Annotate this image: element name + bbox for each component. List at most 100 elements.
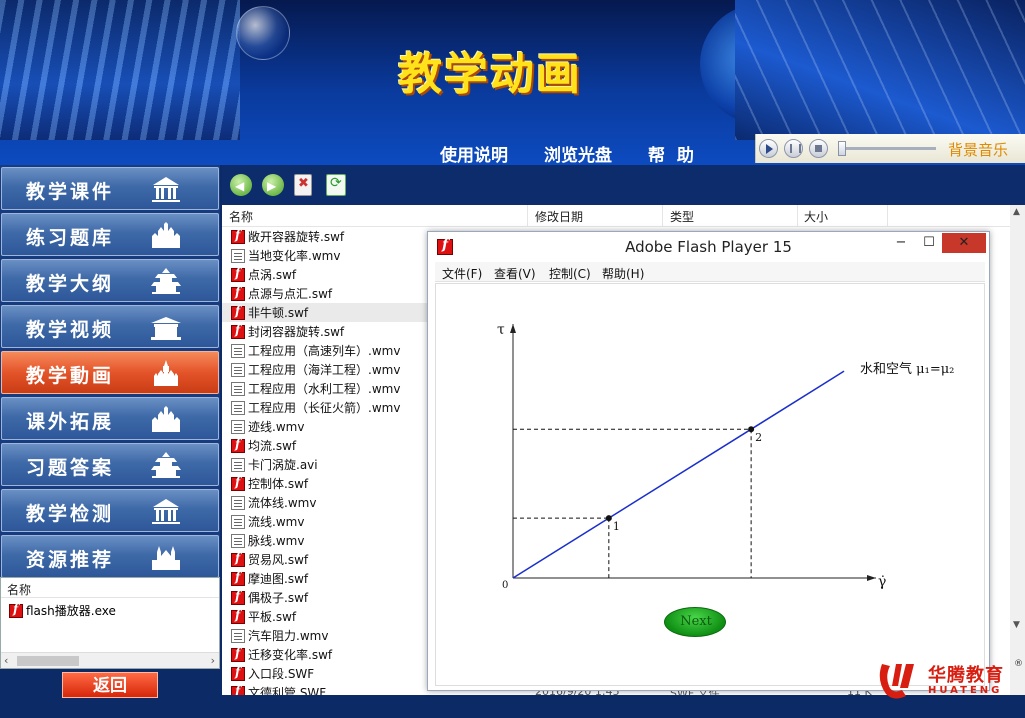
column-header-type[interactable]: 类型 [670,208,694,225]
sidebar-item-exercises[interactable]: 练习题库 [1,213,219,256]
file-row[interactable]: 封闭容器旋转.swf [222,322,432,341]
play-icon[interactable] [759,139,778,158]
file-row[interactable]: 偶极子.swf [222,588,432,607]
pause-icon[interactable] [784,139,803,158]
flash-file-icon [231,304,245,320]
close-button[interactable]: ✕ [942,233,986,253]
file-row[interactable]: 迹线.wmv [222,417,432,436]
column-headers: 名称 ⌃ 修改日期 类型 大小 [222,205,1012,227]
next-button-label: Next [680,614,712,629]
column-header-date[interactable]: 修改日期 [535,208,583,225]
flash-file-icon [231,646,245,662]
file-row[interactable]: 工程应用（高速列车）.wmv [222,341,432,360]
file-row[interactable]: 工程应用（长征火箭）.wmv [222,398,432,417]
menu-view[interactable]: 查看(V) [494,265,536,282]
menu-help[interactable]: 帮助(H) [602,265,644,282]
file-name: 工程应用（高速列车）.wmv [248,344,401,358]
file-row[interactable]: 卡门涡旋.avi [222,455,432,474]
sidebar-item-extension[interactable]: 课外拓展 [1,397,219,440]
flash-file-icon [231,475,245,491]
series-line [512,370,845,579]
file-row[interactable]: 点涡.swf [222,265,432,284]
file-row[interactable]: 入口段.SWF [222,664,432,683]
file-row[interactable]: 流体线.wmv [222,493,432,512]
file-row[interactable]: 工程应用（水利工程）.wmv [222,379,432,398]
file-row[interactable]: 摩迪图.swf [222,569,432,588]
file-row[interactable]: 平板.swf [222,607,432,626]
file-row[interactable]: 迁移变化率.swf [222,645,432,664]
delete-icon[interactable]: ✖ [294,174,312,196]
column-header-size[interactable]: 大小 [804,208,828,225]
file-name: 点源与点汇.swf [248,287,333,301]
back-button[interactable]: 返回 [62,672,158,698]
y-axis-arrow [510,324,516,333]
window-titlebar[interactable]: Adobe Flash Player 15 − ☐ ✕ [428,232,989,262]
forward-arrow-icon[interactable]: ▶ [262,174,284,196]
scroll-up-icon[interactable]: ▲ [1013,207,1020,217]
file-list: 敞开容器旋转.swf 当地变化率.wmv 点涡.swf 点源与点汇.swf 非牛顿.sw… [222,227,432,695]
file-row[interactable]: 汽车阻力.wmv [222,626,432,645]
temple-icon [151,268,181,294]
huateng-logo-icon [879,664,914,699]
music-player: 背景音乐 [755,134,1025,163]
menu-bar: 文件(F) 查看(V) 控制(C) 帮助(H) [435,262,985,282]
file-name: 敞开容器旋转.swf [248,230,345,244]
flash-file-icon [231,266,245,282]
file-row[interactable]: 贸易风.swf [222,550,432,569]
maximize-button[interactable]: ☐ [918,233,940,253]
file-row[interactable]: 脉线.wmv [222,531,432,550]
file-row[interactable]: 敞开容器旋转.swf [222,227,432,246]
file-row[interactable]: 工程应用（海洋工程）.wmv [222,360,432,379]
nav-instructions[interactable]: 使用说明 [440,141,508,165]
back-arrow-icon[interactable]: ◀ [230,174,252,196]
volume-track[interactable] [840,147,936,150]
sidebar-item-animations[interactable]: 教学動画 [1,351,219,394]
menu-control[interactable]: 控制(C) [549,265,591,282]
file-name: 控制体.swf [248,477,309,491]
flash-file-icon [231,228,245,244]
menu-file[interactable]: 文件(F) [442,265,482,282]
file-name: 入口段.SWF [248,667,315,681]
horizontal-scrollbar[interactable]: ‹ › [1,652,219,668]
scroll-left-icon[interactable]: ‹ [4,654,8,667]
vertical-scrollbar[interactable]: ▲ ▼ [1010,205,1025,695]
video-file-icon [231,400,245,415]
sidebar-item-courseware[interactable]: 教学课件 [1,167,219,210]
file-name: 流线.wmv [248,515,305,529]
column-header-name[interactable]: 名称 [229,208,253,225]
file-name: 摩迪图.swf [248,572,309,586]
scroll-right-icon[interactable]: › [211,654,215,667]
temple-icon [151,452,181,478]
file-row[interactable]: 均流.swf [222,436,432,455]
flash-file-icon [231,570,245,586]
scrollbar-thumb[interactable] [17,656,79,666]
nav-help[interactable]: 帮 助 [648,141,694,165]
nav-browse-disc[interactable]: 浏览光盘 [544,141,612,165]
file-row[interactable]: 流线.wmv [222,512,432,531]
refresh-icon[interactable]: ⟳ [326,174,346,196]
scroll-down-icon[interactable]: ▼ [1013,620,1020,630]
sidebar-item-videos[interactable]: 教学视频 [1,305,219,348]
file-row[interactable]: 非牛顿.swf [222,303,432,322]
volume-slider-thumb[interactable] [838,141,846,156]
file-row[interactable]: 点源与点汇.swf [222,284,432,303]
sidebar-item-answers[interactable]: 习题答案 [1,443,219,486]
next-button[interactable]: Next [664,607,726,637]
flash-file-icon [9,602,23,618]
minimize-button[interactable]: − [890,233,912,253]
list-item[interactable]: flash播放器.exe [1,598,219,623]
file-row[interactable]: 控制体.swf [222,474,432,493]
file-name: 偶极子.swf [248,591,309,605]
file-row[interactable]: 当地变化率.wmv [222,246,432,265]
sidebar-file-list: 名称 flash播放器.exe ‹ › [0,577,220,669]
sidebar-item-assessment[interactable]: 教学检测 [1,489,219,532]
flash-file-icon [231,608,245,624]
sidebar-item-resources[interactable]: 资源推荐 [1,535,219,578]
column-header-name[interactable]: 名称 [1,578,219,598]
data-point [748,426,755,433]
cathedral-icon [152,546,180,570]
sidebar-item-label: 教学视频 [26,319,115,341]
stop-icon[interactable] [809,139,828,158]
banner-city-image [0,0,240,140]
sidebar-item-syllabus[interactable]: 教学大纲 [1,259,219,302]
